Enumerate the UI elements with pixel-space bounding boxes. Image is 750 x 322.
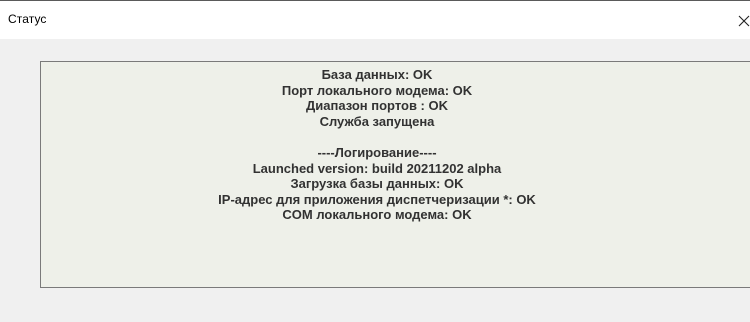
status-line-version: Launched version: build 20211202 alpha xyxy=(252,160,502,176)
window-title: Статус xyxy=(8,12,47,26)
status-line-service: Служба запущена xyxy=(319,113,435,129)
status-text-area[interactable]: База данных: OK Порт локального модема: … xyxy=(40,61,750,288)
title-bar[interactable]: Статус xyxy=(0,1,750,39)
status-line-modem-port: Порт локального модема: OK xyxy=(281,82,473,98)
close-button[interactable] xyxy=(710,1,750,39)
status-line-database: База данных: OK xyxy=(321,67,433,82)
status-line-port-range: Диапазон портов : OK xyxy=(305,98,448,113)
status-dialog: Статус База данных: OK Порт локального м… xyxy=(0,0,750,322)
status-line-dispatch-ip: IP-адрес для приложения диспетчеризации … xyxy=(218,191,536,207)
status-line-db-load: Загрузка базы данных: OK xyxy=(290,176,464,191)
status-lines: База данных: OK Порт локального модема: … xyxy=(41,67,713,223)
status-line-com-modem: COM локального модема: OK xyxy=(282,207,472,222)
status-line-logging-header: ----Логирование---- xyxy=(317,145,437,160)
status-line-blank xyxy=(41,129,713,145)
close-icon xyxy=(738,15,750,27)
